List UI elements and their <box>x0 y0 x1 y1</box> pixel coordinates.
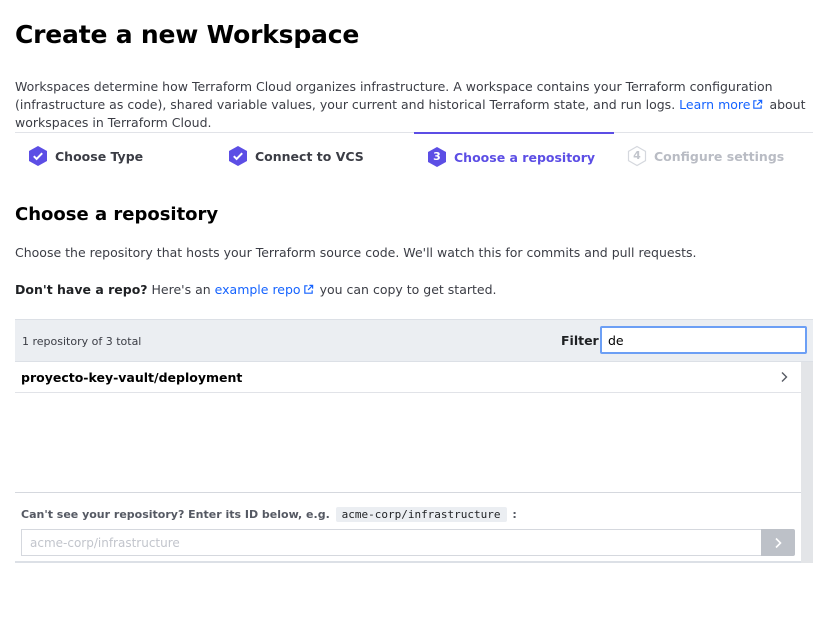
repo-name: proyecto-key-vault/deployment <box>21 370 243 385</box>
list-item[interactable]: proyecto-key-vault/deployment <box>15 362 801 393</box>
check-badge-icon <box>27 145 49 167</box>
repo-count: 1 repository of 3 total <box>22 335 142 348</box>
example-id-code: acme-corp/infrastructure <box>335 507 507 522</box>
intro-text: Workspaces determine how Terraform Cloud… <box>15 79 773 112</box>
manual-entry-label: Can't see your repository? Enter its ID … <box>21 507 517 522</box>
no-repo-prefix: Here's an <box>151 282 211 297</box>
no-repo-hint: Don't have a repo? Here's an example rep… <box>15 282 497 297</box>
step-number: 4 <box>633 149 641 162</box>
chevron-right-icon <box>775 537 782 548</box>
step-choose-type[interactable]: Choose Type <box>15 132 215 180</box>
step-configure-settings: 4 Configure settings <box>614 132 813 180</box>
check-badge-icon <box>227 145 249 167</box>
external-link-icon <box>303 284 313 294</box>
step-number-badge: 4 <box>626 145 648 167</box>
repo-list-scrollbar[interactable] <box>801 362 813 563</box>
filter-input[interactable] <box>600 326 807 354</box>
external-link-icon <box>753 99 763 109</box>
step-choose-repository[interactable]: 3 Choose a repository <box>414 132 614 180</box>
learn-more-link[interactable]: Learn more <box>679 97 765 112</box>
filter-label: Filter <box>561 333 599 348</box>
step-connect-vcs[interactable]: Connect to VCS <box>215 132 414 180</box>
submit-repository-button[interactable] <box>761 529 795 556</box>
step-number-badge: 3 <box>426 146 448 168</box>
step-label: Choose Type <box>55 148 144 164</box>
manual-repo-entry: Can't see your repository? Enter its ID … <box>15 492 801 563</box>
section-title: Choose a repository <box>15 204 219 225</box>
intro-paragraph: Workspaces determine how Terraform Cloud… <box>15 78 815 132</box>
manual-label-suffix: : <box>512 508 517 521</box>
repo-list: proyecto-key-vault/deployment <box>15 362 801 492</box>
step-label: Connect to VCS <box>255 148 364 164</box>
step-number: 3 <box>433 150 441 163</box>
chevron-right-icon <box>781 372 788 382</box>
page-title: Create a new Workspace <box>15 20 360 49</box>
no-repo-bold: Don't have a repo? <box>15 282 148 297</box>
no-repo-suffix: you can copy to get started. <box>319 282 497 297</box>
step-label: Configure settings <box>654 148 785 164</box>
repository-id-input[interactable] <box>21 529 761 556</box>
section-description: Choose the repository that hosts your Te… <box>15 245 697 260</box>
manual-label-prefix: Can't see your repository? Enter its ID … <box>21 508 330 521</box>
repo-list-header: 1 repository of 3 total Filter <box>15 319 813 362</box>
example-repo-link[interactable]: example repo <box>215 282 316 297</box>
step-label: Choose a repository <box>454 149 596 165</box>
progress-steps: Choose Type Connect to VCS 3 Choose a re… <box>15 132 813 180</box>
